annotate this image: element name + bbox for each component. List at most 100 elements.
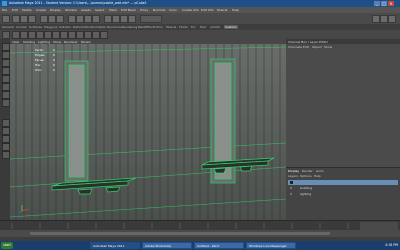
rotate-tool-icon[interactable] (2, 75, 10, 83)
input-line-field[interactable] (140, 15, 162, 23)
layer-visibility-toggle[interactable]: V (290, 186, 292, 191)
tab-anim-layers[interactable]: Anim (316, 169, 324, 173)
menu-options[interactable]: Options (300, 174, 312, 178)
snap-plane-icon[interactable] (92, 15, 100, 23)
lasso-tool-icon[interactable] (2, 51, 10, 59)
attribute-editor-toggle-icon[interactable] (372, 15, 380, 23)
tab-animation[interactable]: Animation (91, 25, 106, 29)
menu-muscle[interactable]: Muscle (217, 8, 227, 12)
close-button[interactable]: × (388, 1, 394, 6)
poly-sphere-icon[interactable] (12, 31, 20, 39)
tab-dynamics[interactable]: Dynamics (107, 25, 122, 29)
menu-assets[interactable]: Assets (81, 8, 91, 12)
history-icon[interactable] (104, 15, 112, 23)
viewport-menu-lighting[interactable]: Lighting (38, 40, 50, 44)
minimize-button[interactable]: _ (374, 1, 380, 6)
layer-row[interactable]: V building (288, 186, 398, 191)
menu-proxy[interactable]: Proxy (140, 8, 148, 12)
poly-cube-icon[interactable] (20, 31, 28, 39)
tab-painteffects[interactable]: PaintEffects (138, 25, 156, 29)
tab-fluids[interactable]: Fluids (179, 25, 188, 29)
perspective-viewport[interactable]: View Shading Lighting Show Renderer Pane… (10, 39, 286, 220)
viewport-menu-shading[interactable]: Shading (23, 40, 35, 44)
bevel-icon[interactable] (52, 31, 60, 39)
menu-help[interactable]: Help (232, 8, 239, 12)
select-tool-icon[interactable] (2, 43, 10, 51)
layer-selected-row[interactable] (288, 180, 398, 185)
tab-fur[interactable]: Fur (191, 25, 196, 29)
four-view-layout-icon[interactable] (2, 127, 10, 135)
viewport-menu-panels[interactable]: Panels (81, 40, 91, 44)
snap-point-icon[interactable] (84, 15, 92, 23)
layer-visibility-toggle[interactable]: V (290, 192, 292, 197)
ipr-render-icon[interactable] (120, 15, 128, 23)
start-button[interactable]: start (1, 242, 13, 249)
tab-hair[interactable]: Hair (200, 25, 206, 29)
tab-toon[interactable]: Toon (156, 25, 163, 29)
menu-normals[interactable]: Normals (153, 8, 165, 12)
channel-box-toggle-icon[interactable] (388, 15, 396, 23)
last-tool-icon[interactable] (2, 99, 10, 107)
menu-file[interactable]: File (2, 8, 7, 12)
poly-cylinder-icon[interactable] (28, 31, 36, 39)
menu-edit[interactable]: Edit (12, 8, 18, 12)
tab-render-layers[interactable]: Render (302, 169, 313, 173)
taskbar-item-photoshop[interactable]: Adobe Photoshop (142, 242, 192, 249)
viewport-menu-renderer[interactable]: Renderer (64, 40, 78, 44)
menu-show[interactable]: Show (324, 45, 332, 49)
viewport-menu-view[interactable]: View (12, 40, 19, 44)
open-scene-icon[interactable] (20, 15, 28, 23)
tab-ncloth[interactable]: nCloth (210, 25, 220, 29)
tab-general[interactable]: General (2, 25, 14, 29)
manipulator-tool-icon[interactable] (2, 91, 10, 99)
tool-settings-toggle-icon[interactable] (380, 15, 388, 23)
range-bar[interactable] (30, 232, 330, 235)
persp-outliner-layout-icon[interactable] (2, 135, 10, 143)
split-polygon-icon[interactable] (60, 31, 68, 39)
render-icon[interactable] (112, 15, 120, 23)
combine-icon[interactable] (84, 31, 92, 39)
save-scene-icon[interactable] (28, 15, 36, 23)
menu-mesh[interactable]: Mesh (109, 8, 117, 12)
tab-curves[interactable]: Curves (16, 25, 26, 29)
tab-polygons[interactable]: Polygons (44, 25, 57, 29)
merge-vertices-icon[interactable] (76, 31, 84, 39)
menu-create-uvs[interactable]: Create UVs (182, 8, 199, 12)
shelf-menu-icon[interactable] (2, 31, 10, 39)
tab-subdivs[interactable]: Subdivs (59, 25, 71, 29)
playback-controls[interactable] (360, 222, 398, 230)
menu-channels[interactable]: Channels (288, 45, 302, 49)
menu-edit-uvs[interactable]: Edit UVs (201, 8, 214, 12)
tab-custom[interactable]: Custom (224, 25, 238, 29)
viewport-menu-show[interactable]: Show (53, 40, 61, 44)
menu-layers[interactable]: Layers (288, 174, 298, 178)
taskbar-item-paint[interactable]: Untitled - Paint (194, 242, 244, 249)
range-slider[interactable] (0, 230, 400, 237)
maximize-button[interactable]: □ (381, 1, 387, 6)
hypershade-layout-icon[interactable] (2, 151, 10, 159)
render-settings-icon[interactable] (128, 15, 136, 23)
menu-layer-help[interactable]: Help (314, 174, 321, 178)
menu-channel-edit[interactable]: Edit (303, 45, 309, 49)
move-tool-icon[interactable] (2, 67, 10, 75)
scale-tool-icon[interactable] (2, 83, 10, 91)
persp-graph-layout-icon[interactable] (2, 143, 10, 151)
insert-edge-loop-icon[interactable] (68, 31, 76, 39)
select-hierarchy-icon[interactable] (40, 15, 48, 23)
mode-selector[interactable] (2, 15, 10, 23)
tab-display-layers[interactable]: Display (288, 169, 299, 173)
select-object-icon[interactable] (48, 15, 56, 23)
menu-create[interactable]: Create (36, 8, 46, 12)
extrude-icon[interactable] (44, 31, 52, 39)
hypershade-icon[interactable] (100, 31, 108, 39)
tab-deformation[interactable]: Deformation (73, 25, 92, 29)
menu-select[interactable]: Select (95, 8, 104, 12)
layer-row[interactable]: V lighting (288, 192, 398, 197)
single-perspective-layout-icon[interactable] (2, 119, 10, 127)
tab-surfaces[interactable]: Surfaces (29, 25, 42, 29)
menu-edit-mesh[interactable]: Edit Mesh (121, 8, 136, 12)
menu-display[interactable]: Display (50, 8, 61, 12)
taskbar-item-messenger[interactable]: Windows Live Messenger (246, 242, 296, 249)
select-component-icon[interactable] (56, 15, 64, 23)
snap-curve-icon[interactable] (76, 15, 84, 23)
